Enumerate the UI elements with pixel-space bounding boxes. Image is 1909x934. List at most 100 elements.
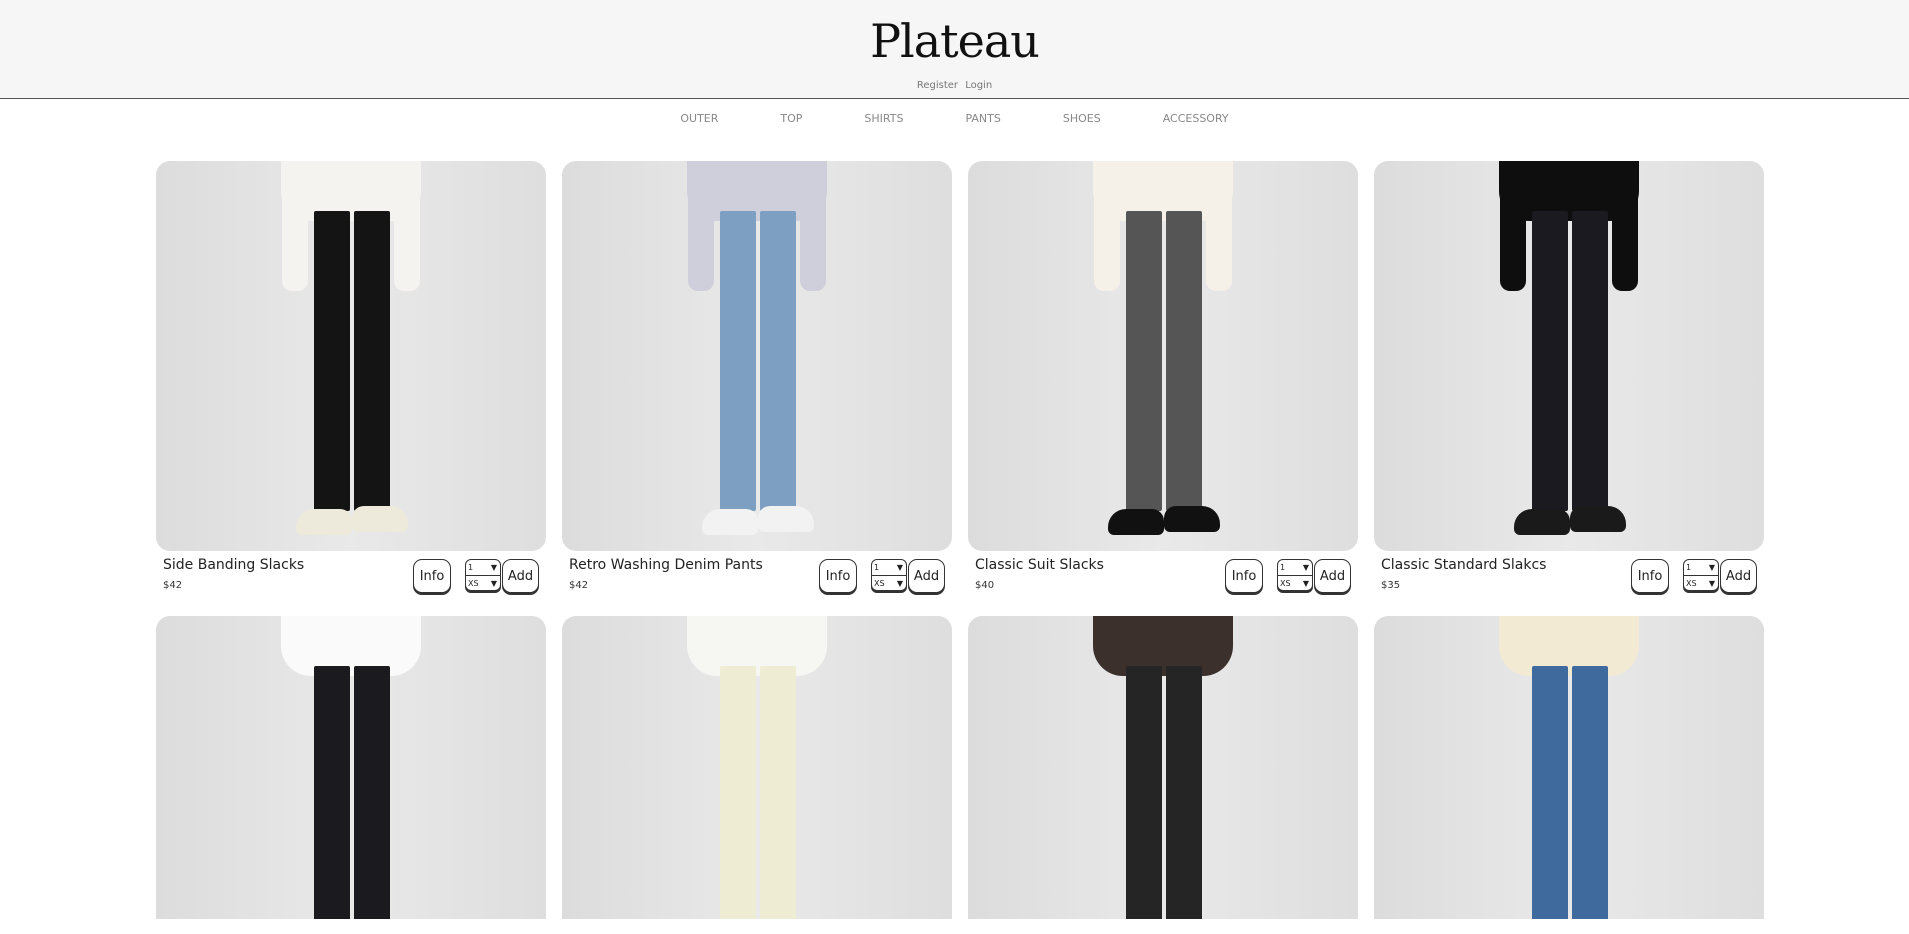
size-value: XS [874, 578, 885, 588]
figure-top [687, 616, 827, 676]
figure-shoe [1514, 509, 1570, 535]
option-selects: 1 ▼ XS ▼ [871, 559, 907, 591]
register-link[interactable]: Register [917, 80, 958, 91]
option-selects: 1 ▼ XS ▼ [1277, 559, 1313, 591]
product-card: Classic Standard Slakcs $35 Info 1 ▼ XS ▼ … [1374, 161, 1764, 611]
dropdown-arrow-icon: ▼ [490, 563, 497, 572]
product-image[interactable] [1374, 616, 1764, 919]
dropdown-arrow-icon: ▼ [1302, 578, 1309, 588]
product-meta: Retro Washing Denim Pants $42 Info 1 ▼ XS… [562, 551, 952, 611]
info-button[interactable]: Info [413, 559, 451, 593]
figure-top [1499, 161, 1639, 221]
figure-pants [1572, 666, 1608, 919]
product-meta: Side Banding Slacks $42 Info 1 ▼ XS ▼ Add [156, 551, 546, 611]
product-image[interactable] [562, 616, 952, 919]
figure-top [1093, 161, 1233, 221]
product-image[interactable] [1374, 161, 1764, 551]
info-button[interactable]: Info [1225, 559, 1263, 593]
product-price: $40 [975, 580, 995, 591]
figure-top [281, 161, 421, 221]
category-nav: OUTER TOP SHIRTS PANTS SHOES ACCESSORY [0, 112, 1909, 125]
nav-shoes[interactable]: SHOES [1063, 112, 1101, 125]
product-name: Side Banding Slacks [163, 557, 305, 573]
nav-pants[interactable]: PANTS [965, 112, 1000, 125]
quantity-value: 1 [1280, 563, 1286, 572]
add-to-cart-button[interactable]: Add [502, 559, 539, 593]
figure-shoe [758, 506, 814, 532]
dropdown-arrow-icon: ▼ [1302, 563, 1309, 572]
figure-pants [1126, 211, 1162, 511]
quantity-select[interactable]: 1 ▼ [872, 560, 906, 575]
dropdown-arrow-icon: ▼ [896, 563, 903, 572]
quantity-value: 1 [1686, 563, 1692, 572]
figure-pants [314, 666, 350, 919]
product-card: Retro Washing Denim Pants $42 Info 1 ▼ XS… [562, 161, 952, 611]
info-button[interactable]: Info [1631, 559, 1669, 593]
site-logo[interactable]: Plateau [0, 14, 1909, 68]
product-name: Classic Standard Slakcs [1381, 557, 1547, 573]
figure-pants [1166, 211, 1202, 511]
dropdown-arrow-icon: ▼ [1708, 578, 1715, 588]
figure-pants [760, 666, 796, 919]
size-value: XS [1280, 578, 1291, 588]
quantity-select[interactable]: 1 ▼ [466, 560, 500, 575]
size-select[interactable]: XS ▼ [1278, 575, 1312, 590]
figure-shoe [296, 509, 352, 535]
dropdown-arrow-icon: ▼ [1708, 563, 1715, 572]
login-link[interactable]: Login [965, 80, 992, 91]
site-header: Plateau Register Login [0, 0, 1909, 99]
product-card [968, 616, 1358, 919]
add-to-cart-button[interactable]: Add [1314, 559, 1351, 593]
figure-shoe [702, 509, 758, 535]
add-to-cart-button[interactable]: Add [1720, 559, 1757, 593]
product-image[interactable] [968, 161, 1358, 551]
figure-top [687, 161, 827, 221]
nav-outer[interactable]: OUTER [680, 112, 718, 125]
figure-top [281, 616, 421, 676]
option-selects: 1 ▼ XS ▼ [465, 559, 501, 591]
product-price: $42 [569, 580, 589, 591]
figure-pants [1572, 211, 1608, 511]
figure-pants [1532, 211, 1568, 511]
product-image[interactable] [562, 161, 952, 551]
product-card: Side Banding Slacks $42 Info 1 ▼ XS ▼ Add [156, 161, 546, 611]
product-image[interactable] [156, 616, 546, 919]
product-image[interactable] [156, 161, 546, 551]
size-select[interactable]: XS ▼ [466, 575, 500, 590]
product-name: Retro Washing Denim Pants [569, 557, 763, 573]
figure-pants [1532, 666, 1568, 919]
quantity-select[interactable]: 1 ▼ [1684, 560, 1718, 575]
figure-pants [354, 211, 390, 511]
quantity-select[interactable]: 1 ▼ [1278, 560, 1312, 575]
figure-pants [314, 211, 350, 511]
product-card [156, 616, 546, 919]
figure-shoe [1108, 509, 1164, 535]
figure-shoe [1164, 506, 1220, 532]
product-meta: Classic Suit Slacks $40 Info 1 ▼ XS ▼ Add [968, 551, 1358, 611]
product-name: Classic Suit Slacks [975, 557, 1104, 573]
size-select[interactable]: XS ▼ [872, 575, 906, 590]
product-price: $42 [163, 580, 183, 591]
figure-pants [354, 666, 390, 919]
nav-top[interactable]: TOP [780, 112, 802, 125]
product-card [1374, 616, 1764, 919]
product-meta: Classic Standard Slakcs $35 Info 1 ▼ XS ▼ … [1374, 551, 1764, 611]
figure-pants [720, 211, 756, 511]
dropdown-arrow-icon: ▼ [490, 578, 497, 588]
figure-pants [720, 666, 756, 919]
figure-pants [760, 211, 796, 511]
auth-links: Register Login [0, 80, 1909, 91]
figure-shoe [1570, 506, 1626, 532]
size-select[interactable]: XS ▼ [1684, 575, 1718, 590]
nav-shirts[interactable]: SHIRTS [864, 112, 903, 125]
size-value: XS [1686, 578, 1697, 588]
product-card [562, 616, 952, 919]
add-to-cart-button[interactable]: Add [908, 559, 945, 593]
dropdown-arrow-icon: ▼ [896, 578, 903, 588]
nav-accessory[interactable]: ACCESSORY [1163, 112, 1229, 125]
figure-top [1093, 616, 1233, 676]
info-button[interactable]: Info [819, 559, 857, 593]
quantity-value: 1 [874, 563, 880, 572]
product-image[interactable] [968, 616, 1358, 919]
figure-top [1499, 616, 1639, 676]
